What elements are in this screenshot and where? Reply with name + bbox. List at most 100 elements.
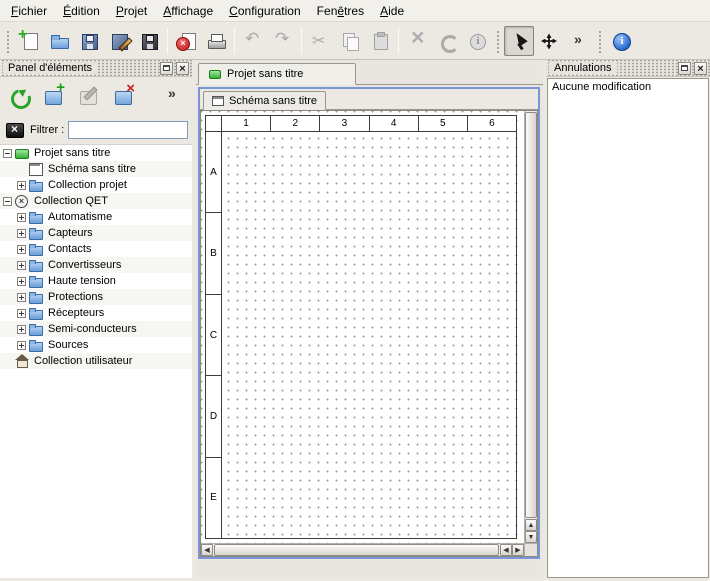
toolbar-separator <box>167 28 168 54</box>
project-icon <box>15 147 30 159</box>
tree-item-contacts[interactable]: Contacts <box>0 241 192 257</box>
horizontal-scroll-thumb[interactable] <box>214 544 499 556</box>
about-button[interactable] <box>606 26 636 56</box>
tree-expander[interactable] <box>17 309 26 318</box>
toolbar-overflow-icon <box>569 31 589 51</box>
tree-expander[interactable] <box>17 277 26 286</box>
filter-label: Filtrer : <box>30 124 64 136</box>
undo-list[interactable]: Aucune modification <box>547 78 709 578</box>
tree-expander[interactable] <box>17 293 26 302</box>
save-all-button[interactable] <box>134 26 164 56</box>
menu-item-aide[interactable]: Aide <box>372 1 412 21</box>
tree-expander[interactable] <box>3 149 12 158</box>
diagram-canvas[interactable]: 123456 ABCDE <box>201 111 524 543</box>
select-tool-button[interactable] <box>504 26 534 56</box>
elements-panel-float-button[interactable] <box>160 62 173 75</box>
undo-panel-close-button[interactable] <box>694 62 707 75</box>
elements-panel-close-button[interactable] <box>176 62 189 75</box>
clear-filter-button[interactable] <box>4 120 26 140</box>
schema-icon <box>212 96 224 106</box>
tree-item-collection-qet[interactable]: Collection QET <box>0 193 192 209</box>
vertical-scrollbar[interactable] <box>524 111 537 543</box>
undo-panel-header[interactable]: Annulations <box>546 60 710 77</box>
print-button[interactable] <box>201 26 231 56</box>
toolbar-grip[interactable] <box>495 29 501 53</box>
grid-column-header: 3 <box>320 116 369 131</box>
close-document-button[interactable] <box>171 26 201 56</box>
vertical-scroll-thumb[interactable] <box>525 112 537 518</box>
schema-tab[interactable]: Schéma sans titre <box>203 91 326 110</box>
diagram-frame: 123456 ABCDE <box>205 115 517 539</box>
elements-panel-header[interactable]: Panel d'éléments <box>0 60 192 77</box>
toolbar-grip[interactable] <box>5 29 11 53</box>
save-as-button[interactable] <box>104 26 134 56</box>
undo-icon <box>243 31 263 51</box>
tree-expander[interactable] <box>17 325 26 334</box>
menu-item-projet[interactable]: Projet <box>108 1 155 21</box>
undo-panel-float-button[interactable] <box>678 62 691 75</box>
menu-item-configuration[interactable]: Configuration <box>221 1 309 21</box>
tree-item-projet-sans-titre[interactable]: Projet sans titre <box>0 145 192 161</box>
tree-item-collection-utilisateur[interactable]: Collection utilisateur <box>0 353 192 369</box>
close-icon <box>697 61 703 75</box>
project-tab[interactable]: Projet sans titre <box>198 63 356 85</box>
tree-item-label: Haute tension <box>48 275 120 287</box>
panel-overflow-button[interactable] <box>160 82 186 108</box>
project-tab-label: Projet sans titre <box>227 68 303 80</box>
tree-expander[interactable] <box>17 261 26 270</box>
tree-expander[interactable] <box>17 229 26 238</box>
tree-item-capteurs[interactable]: Capteurs <box>0 225 192 241</box>
menu-item-edition[interactable]: Édition <box>55 1 108 21</box>
tree-item-haute-tension[interactable]: Haute tension <box>0 273 192 289</box>
scroll-right-button[interactable] <box>512 544 524 556</box>
new-document-button[interactable] <box>14 26 44 56</box>
tree-item-semi-conducteurs[interactable]: Semi-conducteurs <box>0 321 192 337</box>
grid-columns: 123456 <box>222 116 516 132</box>
open-document-button[interactable] <box>44 26 74 56</box>
toolbar-grip[interactable] <box>597 29 603 53</box>
paste-button <box>365 26 395 56</box>
filter-input[interactable] <box>68 121 188 139</box>
reload-collections-button[interactable] <box>6 82 32 108</box>
tree-item-label: Récepteurs <box>48 307 108 319</box>
tree-item-schema-sans-titre[interactable]: Schéma sans titre <box>0 161 192 177</box>
scroll-down-button[interactable] <box>525 531 537 543</box>
menu-item-fenetres[interactable]: Fenêtres <box>309 1 372 21</box>
undo-panel-title: Annulations <box>549 62 617 74</box>
home-icon <box>15 355 30 367</box>
grid-row-header: A <box>206 132 221 213</box>
tree-expander[interactable] <box>17 213 26 222</box>
tree-item-label: Protections <box>48 291 107 303</box>
elements-panel: Panel d'éléments Filtrer : Projet sans t… <box>0 60 192 578</box>
scroll-left-button-2[interactable] <box>500 544 512 556</box>
tree-item-label: Sources <box>48 339 92 351</box>
new-element-button[interactable] <box>41 82 67 108</box>
toolbar-separator <box>301 28 302 54</box>
tree-expander[interactable] <box>3 197 12 206</box>
menu-item-affichage[interactable]: Affichage <box>155 1 221 21</box>
mdi-area: Projet sans titre Schéma sans titre <box>196 60 543 578</box>
grid-column-header: 4 <box>370 116 419 131</box>
tree-item-recepteurs[interactable]: Récepteurs <box>0 305 192 321</box>
folder-icon <box>29 227 44 239</box>
scroll-up-button[interactable] <box>525 519 537 531</box>
tree-item-collection-projet[interactable]: Collection projet <box>0 177 192 193</box>
tree-item-protections[interactable]: Protections <box>0 289 192 305</box>
delete-element-button[interactable] <box>111 82 137 108</box>
horizontal-scrollbar[interactable] <box>201 543 524 556</box>
main-toolbar <box>0 22 710 60</box>
grid-column-header: 1 <box>222 116 271 131</box>
about-icon <box>611 31 631 51</box>
float-icon <box>681 65 688 71</box>
tree-item-sources[interactable]: Sources <box>0 337 192 353</box>
tree-item-automatisme[interactable]: Automatisme <box>0 209 192 225</box>
scroll-left-button[interactable] <box>201 544 213 556</box>
tree-expander[interactable] <box>17 341 26 350</box>
tree-expander[interactable] <box>17 181 26 190</box>
save-button[interactable] <box>74 26 104 56</box>
tree-expander[interactable] <box>17 245 26 254</box>
menu-item-fichier[interactable]: Fichier <box>3 1 55 21</box>
move-tool-button[interactable] <box>534 26 564 56</box>
tree-item-convertisseurs[interactable]: Convertisseurs <box>0 257 192 273</box>
toolbar-overflow-button[interactable] <box>564 26 594 56</box>
